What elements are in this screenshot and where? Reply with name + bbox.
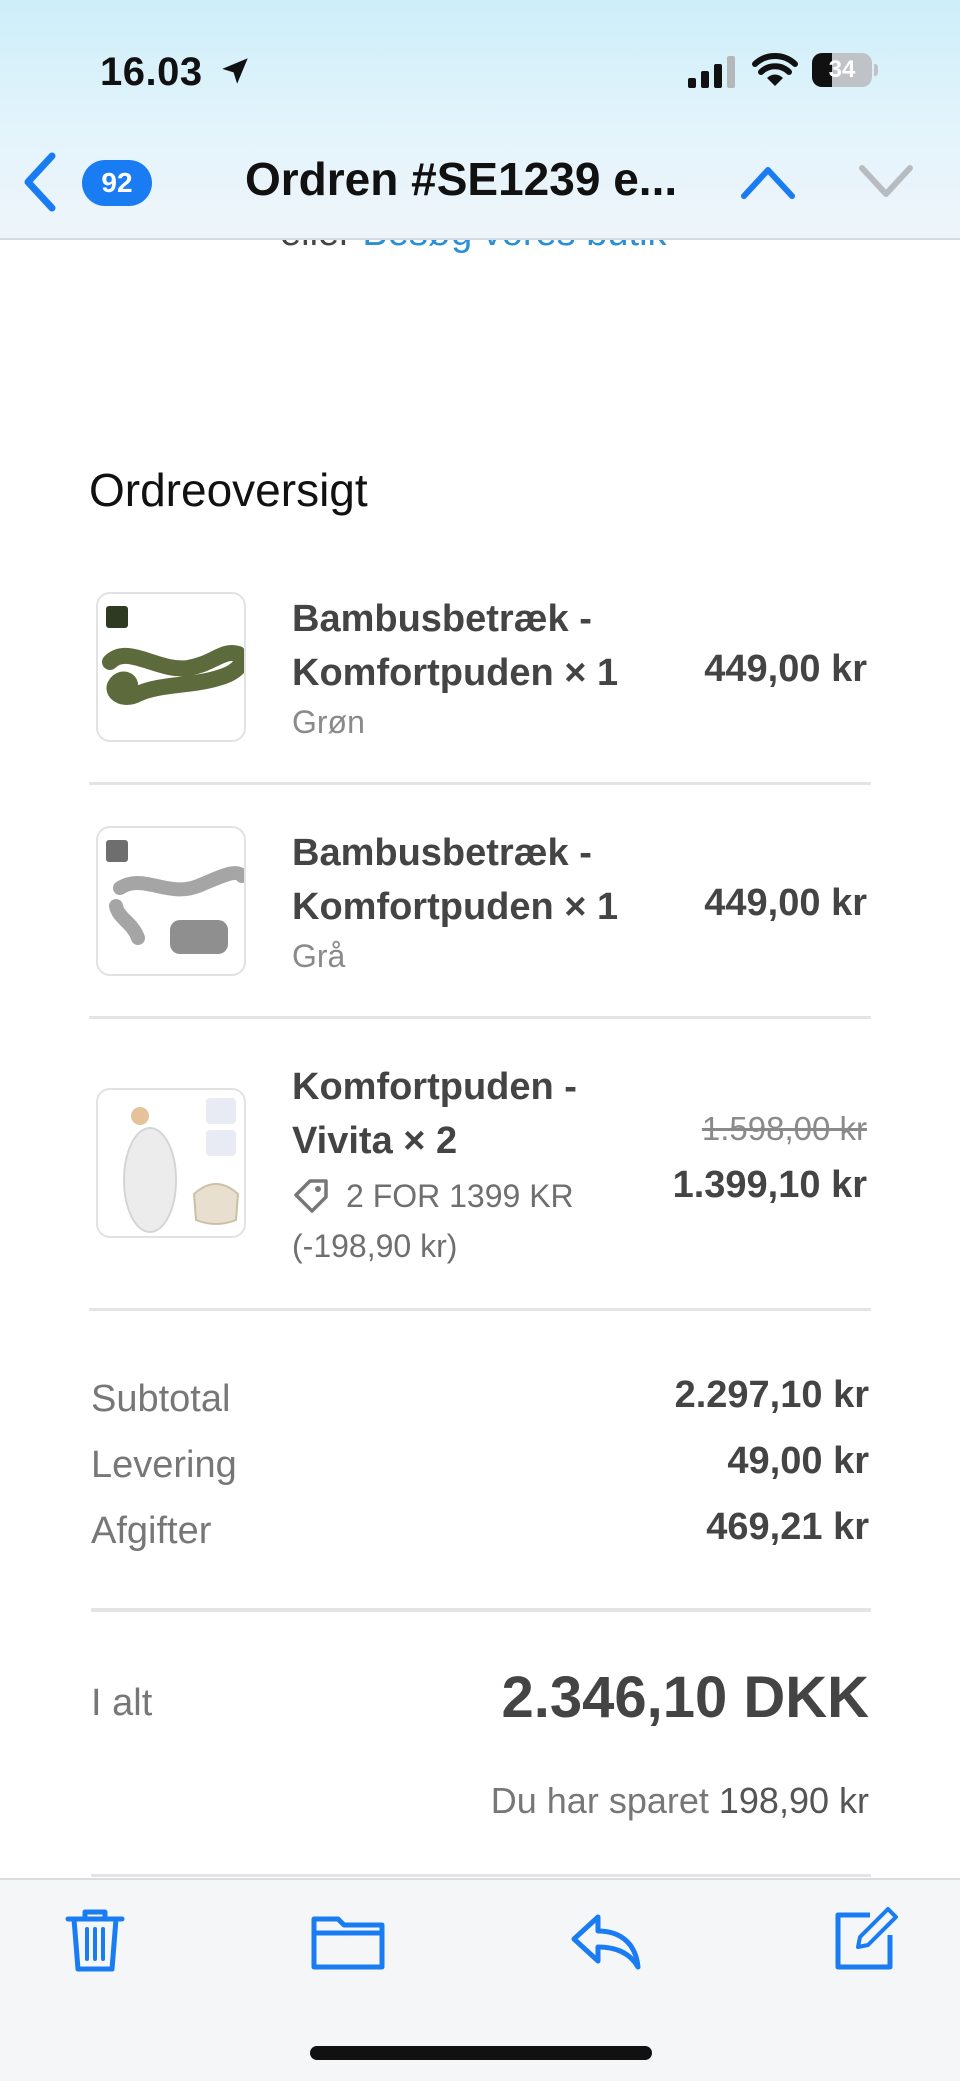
back-chevron-icon[interactable] — [20, 150, 60, 214]
discount-code: 2 FOR 1399 KR — [346, 1178, 574, 1214]
order-overview-title: Ordreoversigt — [89, 464, 368, 516]
product-image-white-pillow — [96, 1088, 246, 1238]
savings-amount: 198,90 kr — [718, 1780, 869, 1821]
item-price: 449,00 kr — [704, 882, 867, 924]
location-arrow-icon — [222, 58, 248, 84]
discount-line: 2 FOR 1399 KR — [292, 1172, 574, 1220]
item-variant: Grøn — [292, 704, 365, 740]
product-image-grey — [96, 826, 246, 976]
order-item: Bambusbetræk - Komfortpuden × 1 Grå 449,… — [89, 826, 871, 996]
savings-text: Du har sparet — [490, 1780, 709, 1821]
taxes-value: 469,21 kr — [706, 1506, 869, 1548]
shipping-value: 49,00 kr — [727, 1440, 869, 1482]
subtotal-label: Subtotal — [91, 1378, 231, 1420]
folder-icon[interactable] — [310, 1905, 386, 1975]
previous-message-chevron-up-icon[interactable] — [740, 162, 796, 202]
item-name: Bambusbetræk - Komfortpuden × 1 — [292, 832, 619, 928]
total-value: 2.346,10 DKK — [501, 1665, 869, 1730]
battery-indicator: 34 — [812, 53, 878, 87]
trash-icon[interactable] — [60, 1905, 130, 1975]
wifi-icon — [752, 53, 798, 86]
shipping-label: Levering — [91, 1444, 237, 1486]
divider — [89, 782, 871, 785]
item-original-price: 1.598,00 kr — [701, 1110, 867, 1147]
order-item: Komfortpuden - Vivita × 2 2 FOR 1399 KR … — [89, 1060, 871, 1270]
reply-icon[interactable] — [568, 1905, 644, 1975]
home-indicator — [310, 2046, 652, 2060]
shipping-row: Levering 49,00 kr — [91, 1440, 871, 1494]
status-time: 16.03 — [100, 50, 203, 94]
header: 16.03 34 92 Ordren #SE1239 e... — [0, 0, 960, 240]
message-title: Ordren #SE1239 e... — [245, 153, 678, 205]
item-price: 449,00 kr — [704, 648, 867, 690]
divider — [89, 1308, 871, 1311]
next-message-chevron-down-icon[interactable] — [858, 162, 914, 202]
taxes-row: Afgifter 469,21 kr — [91, 1506, 871, 1560]
divider — [91, 1608, 871, 1612]
battery-percent: 34 — [828, 56, 856, 83]
item-price: 1.399,10 kr — [672, 1164, 867, 1206]
savings-line: Du har sparet 198,90 kr — [491, 1780, 869, 1822]
divider — [91, 1874, 871, 1877]
discount-amount: (-198,90 kr) — [292, 1228, 458, 1264]
compose-icon[interactable] — [830, 1905, 900, 1975]
unread-count-badge[interactable]: 92 — [82, 160, 152, 206]
item-name: Komfortpuden - Vivita × 2 — [292, 1066, 577, 1162]
taxes-label: Afgifter — [91, 1510, 212, 1552]
product-image-green — [96, 592, 246, 742]
item-name: Bambusbetræk - Komfortpuden × 1 — [292, 598, 619, 694]
item-variant: Grå — [292, 938, 346, 974]
order-item: Bambusbetræk - Komfortpuden × 1 Grøn 449… — [89, 592, 871, 762]
subtotal-value: 2.297,10 kr — [674, 1374, 869, 1416]
total-label: I alt — [91, 1682, 153, 1724]
subtotal-row: Subtotal 2.297,10 kr — [91, 1374, 871, 1428]
divider — [89, 1016, 871, 1019]
cellular-signal-icon — [688, 56, 735, 88]
tag-icon — [294, 1179, 328, 1213]
